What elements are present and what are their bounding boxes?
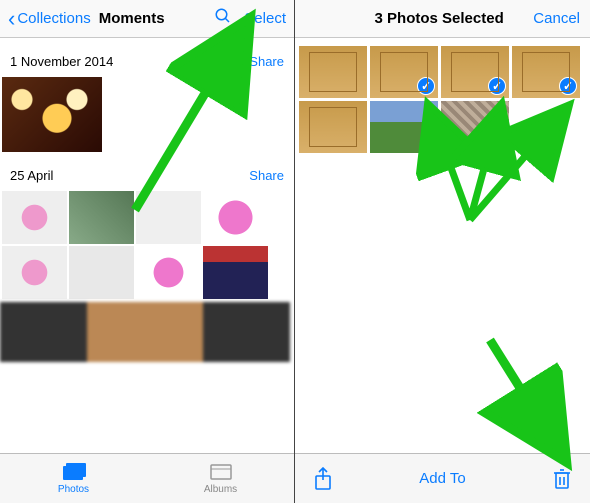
photo-thumbnail[interactable]: [203, 246, 268, 299]
moment-header: 1 November 2014 Share: [0, 38, 294, 77]
photo-thumbnail[interactable]: [69, 191, 134, 244]
photo-thumbnail[interactable]: [2, 191, 67, 244]
photo-thumbnail[interactable]: [69, 246, 134, 299]
back-label[interactable]: Collections: [17, 10, 90, 27]
thumb-row: [0, 191, 294, 299]
photo-thumbnail[interactable]: ✓: [512, 46, 580, 98]
share-link[interactable]: Share: [249, 168, 284, 183]
add-to-button[interactable]: Add To: [419, 470, 465, 487]
share-icon[interactable]: [313, 467, 333, 491]
photo-thumbnail[interactable]: [299, 46, 367, 98]
cancel-button[interactable]: Cancel: [533, 10, 580, 27]
photos-tab-icon: [61, 462, 87, 482]
select-button[interactable]: Select: [244, 10, 286, 27]
share-link[interactable]: Share: [249, 54, 284, 69]
select-screen: 3 Photos Selected Cancel ✓ ✓ ✓ Add To: [295, 0, 590, 503]
checkmark-icon: ✓: [488, 77, 506, 95]
albums-tab-icon: [208, 462, 234, 482]
photo-thumbnail[interactable]: [299, 101, 367, 153]
photo-thumbnail[interactable]: [2, 246, 67, 299]
navbar: ‹ Collections Moments Select: [0, 0, 294, 38]
photo-thumbnail[interactable]: [136, 191, 201, 244]
trash-icon[interactable]: [552, 467, 572, 491]
photo-grid: ✓ ✓ ✓: [295, 38, 590, 161]
moment-header: 25 April Share: [0, 152, 294, 191]
selection-title: 3 Photos Selected: [345, 10, 533, 27]
photo-thumbnail[interactable]: [2, 77, 102, 152]
search-icon[interactable]: [214, 7, 232, 30]
navbar: 3 Photos Selected Cancel: [295, 0, 590, 38]
checkmark-icon: ✓: [559, 77, 577, 95]
photo-thumbnail[interactable]: [441, 101, 509, 153]
moment-date: 1 November 2014: [10, 54, 113, 69]
checkmark-icon: ✓: [417, 77, 435, 95]
action-toolbar: Add To: [295, 453, 590, 503]
photo-thumbnail[interactable]: ✓: [370, 46, 438, 98]
tab-label: Albums: [204, 484, 237, 495]
tab-label: Photos: [58, 484, 89, 495]
tab-albums[interactable]: Albums: [147, 454, 294, 503]
moment-date: 25 April: [10, 168, 53, 183]
back-chevron-icon[interactable]: ‹: [8, 8, 15, 30]
tab-bar: Photos Albums: [0, 453, 294, 503]
page-title: Moments: [99, 10, 165, 27]
photo-thumbnail[interactable]: [370, 101, 438, 153]
photo-thumbnail[interactable]: ✓: [441, 46, 509, 98]
photo-thumbnail[interactable]: [203, 191, 268, 244]
photo-thumbnail[interactable]: [0, 302, 290, 362]
thumb-row: [0, 77, 294, 152]
moments-screen: ‹ Collections Moments Select 1 November …: [0, 0, 295, 503]
tab-photos[interactable]: Photos: [0, 454, 147, 503]
photo-thumbnail[interactable]: [136, 246, 201, 299]
